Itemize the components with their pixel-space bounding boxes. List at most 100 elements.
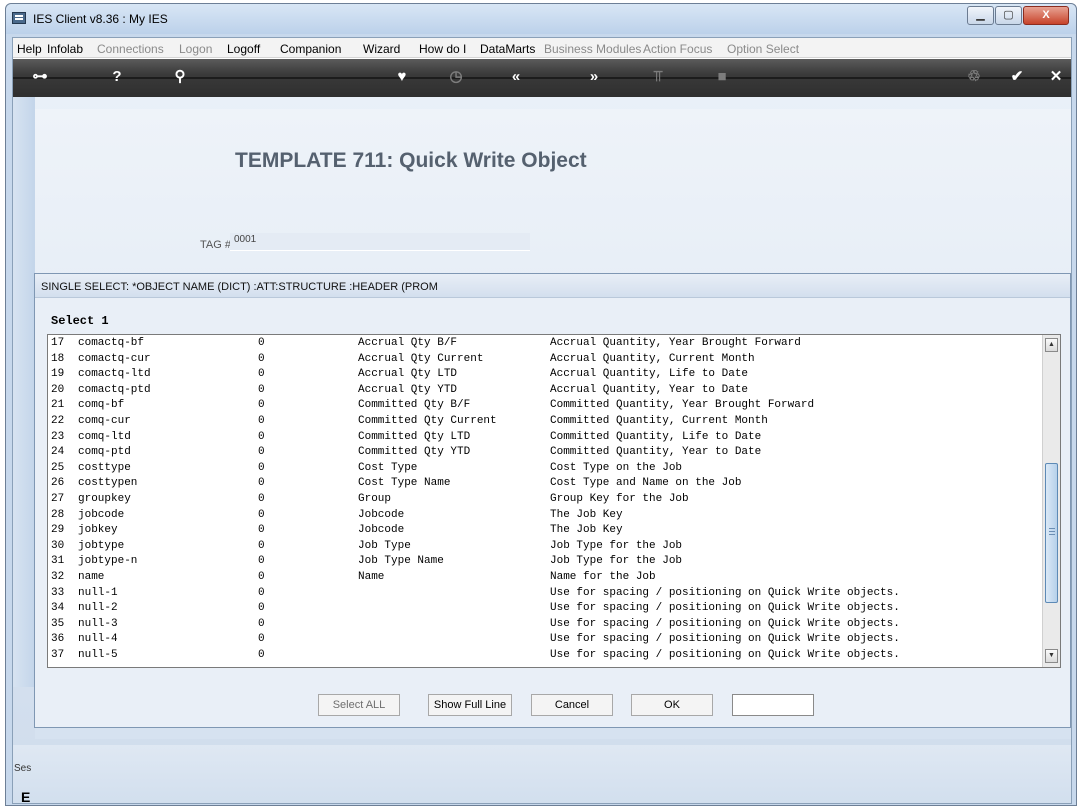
list-cell-val: 0 [258, 383, 265, 396]
forward-icon[interactable]: » [585, 68, 603, 86]
list-item[interactable]: 21 comq-bf 0 Committed Qty B/F Committed Qua… [48, 399, 1040, 412]
work-area: TEMPLATE 711: Quick Write Object TAG # 0… [13, 97, 1071, 805]
list-item[interactable]: 26 costtypen 0 Cost Type Name Cost Type and … [48, 477, 1040, 490]
list-item[interactable]: 18 comactq-cur 0 Accrual Qty Current Accrual… [48, 353, 1040, 366]
list-item[interactable]: 27 groupkey 0 Group Group Key for the Job [48, 493, 1040, 506]
selection-input[interactable] [732, 694, 814, 716]
list-cell-no: 37 [51, 649, 65, 661]
list-cell-key: jobkey [78, 524, 118, 537]
select-count-label: Select 1 [51, 314, 109, 328]
list-item[interactable]: 31 jobtype-n 0 Job Type Name Job Type for th… [48, 555, 1040, 568]
object-list[interactable]: 17 comactq-bf 0 Accrual Qty B/F Accrual Quan… [47, 334, 1061, 668]
vertical-scrollbar[interactable]: ▲ ▼ [1042, 335, 1060, 667]
scroll-up-button[interactable]: ▲ [1045, 338, 1058, 352]
list-item[interactable]: 25 costtype 0 Cost Type Cost Type on the Job [48, 462, 1040, 475]
show-full-line-button[interactable]: Show Full Line [428, 694, 512, 716]
menu-item-datamarts[interactable]: DataMarts [480, 42, 535, 56]
list-cell-label: Name [358, 571, 385, 583]
list-cell-label: Committed Qty LTD [358, 430, 471, 443]
list-item[interactable]: 37 null-5 0 Use for spacing / positioning o… [48, 649, 1040, 662]
list-item[interactable]: 36 null-4 0 Use for spacing / positioning o… [48, 633, 1040, 646]
list-cell-no: 26 [51, 477, 65, 490]
list-cell-key: null-2 [78, 602, 118, 615]
list-item[interactable]: 19 comactq-ltd 0 Accrual Qty LTD Accrual Qua… [48, 368, 1040, 381]
list-cell-no: 17 [51, 337, 65, 349]
menu-item-infolab[interactable]: Infolab [47, 42, 83, 56]
tag-label: TAG # [200, 239, 231, 251]
list-cell-desc: Accrual Quantity, Current Month [550, 352, 755, 365]
menu-item-option-select[interactable]: Option Select [727, 42, 799, 56]
list-cell-label: Accrual Qty Current [358, 352, 484, 365]
title-bar[interactable]: IES Client v8.36 : My IES ▁ ▢ X [6, 4, 1076, 34]
list-cell-desc: Use for spacing / positioning on Quick W… [550, 602, 900, 615]
page-title: TEMPLATE 711: Quick Write Object [235, 149, 587, 172]
list-cell-val: 0 [258, 399, 265, 412]
menu-item-connections[interactable]: Connections [97, 42, 164, 56]
list-cell-no: 27 [51, 493, 65, 505]
list-cell-no: 28 [51, 508, 65, 521]
list-cell-val: 0 [258, 477, 265, 490]
list-cell-no: 34 [51, 602, 65, 615]
list-item[interactable]: 30 jobtype 0 Job Type Job Type for the Job [48, 540, 1040, 553]
menu-item-wizard[interactable]: Wizard [363, 42, 400, 56]
menu-item-how-do-i[interactable]: How do I [419, 42, 466, 56]
list-cell-no: 20 [51, 383, 65, 396]
cancel-button[interactable]: Cancel [531, 694, 613, 716]
tree-icon[interactable]: ⫪ [649, 68, 667, 86]
maximize-button[interactable]: ▢ [995, 6, 1022, 25]
close-icon[interactable]: ✕ [1047, 68, 1065, 86]
list-cell-val: 0 [258, 430, 265, 443]
list-item[interactable]: 22 comq-cur 0 Committed Qty Current Committe… [48, 415, 1040, 428]
list-cell-label: Job Type Name [358, 555, 444, 568]
list-item[interactable]: 20 comactq-ptd 0 Accrual Qty YTD Accrual Qua… [48, 384, 1040, 397]
list-cell-key: jobtype-n [78, 555, 138, 568]
list-cell-val: 0 [258, 508, 265, 521]
list-cell-no: 25 [51, 461, 65, 474]
ok-button[interactable]: OK [631, 694, 713, 716]
list-item[interactable]: 24 comq-ptd 0 Committed Qty YTD Committed Qu… [48, 446, 1040, 459]
list-cell-no: 24 [51, 446, 65, 459]
scroll-thumb[interactable] [1045, 463, 1058, 603]
list-item[interactable]: 29 jobkey 0 Jobcode The Job Key [48, 524, 1040, 537]
stop-icon[interactable]: ■ [713, 68, 731, 86]
check-icon[interactable]: ✔ [1008, 68, 1026, 86]
tag-field[interactable]: 0001 [230, 233, 530, 251]
list-item[interactable]: 32 name 0 Name Name for the Job [48, 571, 1040, 584]
list-cell-desc: Accrual Quantity, Year Brought Forward [550, 337, 801, 349]
menu-bar: Help Infolab Connections Logon Logoff Compani… [13, 38, 1071, 58]
heart-icon[interactable]: ♥ [393, 68, 411, 86]
list-item[interactable]: 17 comactq-bf 0 Accrual Qty B/F Accrual Quan… [48, 337, 1040, 350]
list-cell-key: comq-bf [78, 399, 125, 412]
list-item[interactable]: 23 comq-ltd 0 Committed Qty LTD Committed Qu… [48, 431, 1040, 444]
lower-panel [13, 745, 1071, 803]
toolbar: ⊶ ? ⚲ ♥ ◷ « » ⫪ ■ ♲ ✔ ✕ [13, 59, 1071, 97]
list-item[interactable]: 35 null-3 0 Use for spacing / positioning o… [48, 618, 1040, 631]
list-cell-key: comq-cur [78, 415, 131, 427]
key-icon[interactable]: ⊶ [27, 68, 53, 86]
list-item[interactable]: 33 null-1 0 Use for spacing / positioning o… [48, 587, 1040, 600]
back-icon[interactable]: « [507, 68, 525, 86]
list-cell-val: 0 [258, 415, 265, 427]
recycle-icon[interactable]: ♲ [965, 68, 983, 86]
menu-item-business-modules[interactable]: Business Modules [544, 42, 641, 56]
menu-item-logon[interactable]: Logon [179, 42, 212, 56]
menu-item-action-focus[interactable]: Action Focus [643, 42, 712, 56]
list-cell-label: Cost Type [358, 461, 418, 474]
menu-item-help[interactable]: Help [17, 42, 42, 56]
menu-item-logoff[interactable]: Logoff [227, 42, 260, 56]
list-cell-no: 36 [51, 633, 65, 646]
select-all-button[interactable]: Select ALL [318, 694, 400, 716]
list-cell-label: Committed Qty B/F [358, 399, 471, 412]
session-icon[interactable]: E [21, 789, 30, 805]
scroll-down-button[interactable]: ▼ [1045, 649, 1058, 663]
list-item[interactable]: 28 jobcode 0 Jobcode The Job Key [48, 509, 1040, 522]
close-window-button[interactable]: X [1023, 6, 1069, 25]
menu-item-companion[interactable]: Companion [280, 42, 341, 56]
list-cell-key: groupkey [78, 493, 131, 505]
help-icon[interactable]: ? [108, 68, 126, 86]
search-icon[interactable]: ⚲ [171, 68, 189, 86]
minimize-button[interactable]: ▁ [967, 6, 994, 25]
clock-icon[interactable]: ◷ [447, 68, 465, 86]
list-cell-label: Accrual Qty LTD [358, 368, 458, 381]
list-item[interactable]: 34 null-2 0 Use for spacing / positioning o… [48, 602, 1040, 615]
